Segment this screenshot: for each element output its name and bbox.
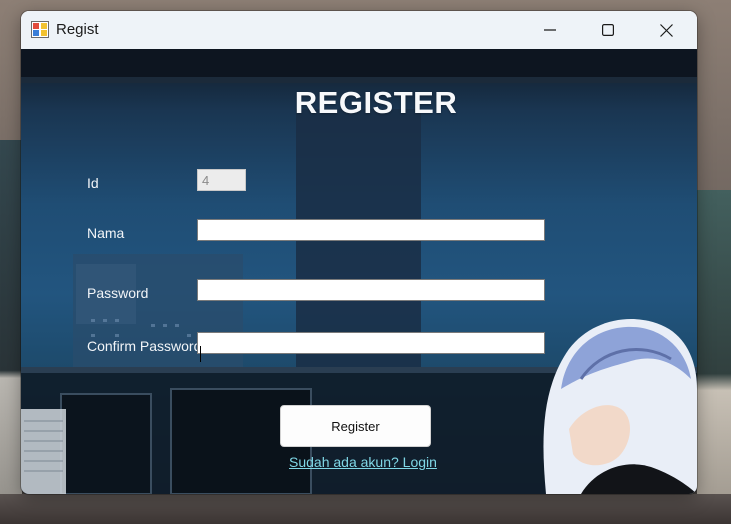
register-button[interactable]: Register <box>280 405 431 447</box>
maximize-icon <box>602 24 614 36</box>
password-label: Password <box>87 285 149 301</box>
desktop-background-bottom <box>0 494 731 524</box>
confirm-password-label: Confirm Password <box>87 338 202 354</box>
login-link[interactable]: Sudah ada akun? Login <box>289 454 437 470</box>
close-icon <box>659 23 673 37</box>
minimize-icon <box>544 24 556 36</box>
form-client-area: REGISTER Id Nama Password Confirm Passwo… <box>21 49 697 494</box>
register-window: Regist REGISTER Id 4 Nama Password Confi… <box>21 11 697 494</box>
close-button[interactable] <box>637 11 695 49</box>
confirm-password-field[interactable] <box>197 332 545 354</box>
text-cursor <box>200 346 201 362</box>
title-bar[interactable]: Regist <box>21 11 697 49</box>
password-field[interactable] <box>197 279 545 301</box>
minimize-button[interactable] <box>521 11 579 49</box>
desktop-background-left <box>0 140 22 524</box>
window-title: Regist <box>56 21 99 38</box>
app-icon[interactable] <box>31 21 49 38</box>
page-title: REGISTER <box>294 85 458 120</box>
nama-label: Nama <box>87 225 125 241</box>
nama-field[interactable] <box>197 219 545 241</box>
id-label: Id <box>87 175 99 191</box>
maximize-button[interactable] <box>579 11 637 49</box>
desktop-background-right <box>697 190 731 524</box>
id-field <box>197 169 246 191</box>
